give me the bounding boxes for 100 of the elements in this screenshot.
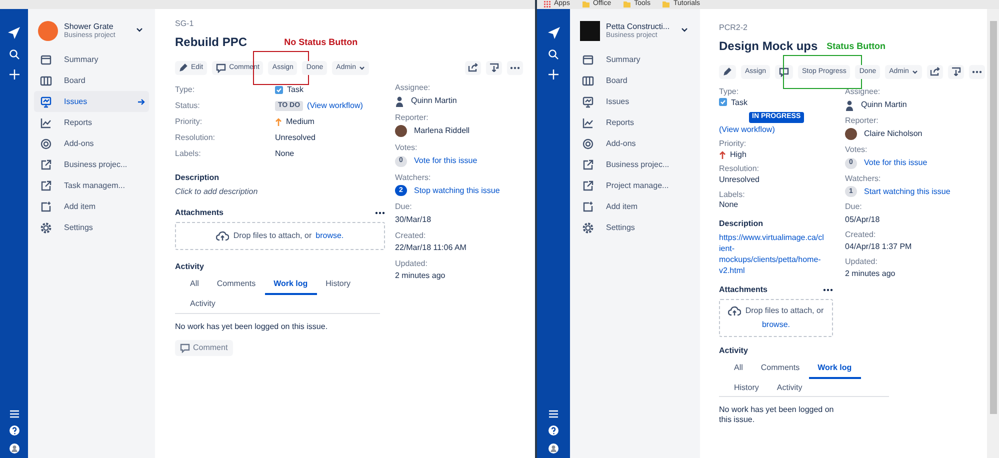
description-placeholder[interactable]: Click to add description — [175, 186, 385, 196]
edit-button[interactable] — [719, 64, 736, 79]
sidebar-item[interactable]: Add-ons — [34, 133, 149, 154]
user-name[interactable]: Quinn Martin — [861, 100, 907, 110]
action-link[interactable]: Vote for this issue — [864, 158, 928, 168]
activity-tab[interactable]: Comments — [208, 275, 265, 295]
sidebar-item[interactable]: Board — [576, 70, 694, 91]
field-label: Created: — [395, 230, 427, 240]
sidebar-item[interactable]: Add-ons — [576, 133, 694, 154]
share-button[interactable] — [926, 64, 943, 79]
comment-button[interactable] — [775, 64, 794, 79]
paper-plane-icon[interactable] — [546, 26, 560, 40]
field-label: Created: — [845, 230, 877, 240]
more-button[interactable] — [968, 64, 985, 79]
section-heading: Description — [175, 172, 220, 183]
user-name[interactable]: Quinn Martin — [411, 96, 457, 106]
sidebar-item[interactable]: Project manage... — [576, 175, 694, 196]
sidebar-item[interactable]: Settings — [34, 217, 149, 238]
field-label: Due: — [395, 202, 413, 212]
activity-tab[interactable]: All — [181, 275, 208, 295]
add-square-icon — [582, 200, 594, 212]
view-workflow-link[interactable]: (View workflow) — [719, 124, 775, 134]
field-value: Unresolved — [719, 174, 760, 185]
more-icon[interactable] — [375, 210, 385, 215]
date-value: 30/Mar/18 — [395, 214, 432, 225]
issue-key[interactable]: PCR2-2 — [719, 23, 975, 33]
sidebar-item[interactable]: Business projec... — [34, 154, 149, 175]
sidebar-item[interactable]: Reports — [34, 112, 149, 133]
field-label: Priority: — [175, 117, 204, 127]
sidebar-item[interactable]: Business projec... — [576, 154, 694, 175]
sidebar-item[interactable]: Issues — [576, 91, 694, 112]
action-link[interactable]: Stop watching this issue — [414, 186, 500, 196]
search-icon[interactable] — [8, 49, 20, 60]
date-value: 04/Apr/18 1:37 PM — [845, 242, 912, 252]
menu-icon[interactable] — [549, 410, 558, 418]
search-icon[interactable] — [548, 49, 559, 60]
add-square-icon — [40, 200, 52, 212]
activity-tab[interactable]: History — [725, 378, 768, 396]
user-name[interactable]: Claire Nicholson — [864, 129, 922, 139]
activity-tab[interactable]: Work log — [808, 359, 861, 379]
chevron-down-icon[interactable] — [681, 27, 688, 34]
user-avatar-icon[interactable] — [8, 443, 20, 454]
empty-message: No work has yet been logged on this issue. — [719, 405, 835, 424]
field-label: Labels: — [175, 149, 202, 159]
issue-title: Design Mock ups — [719, 38, 818, 53]
activity-tab[interactable]: Activity — [768, 378, 812, 396]
section-heading: Activity — [175, 262, 205, 272]
browse-link[interactable]: browse. — [762, 320, 790, 330]
activity-tab[interactable]: Comments — [752, 359, 809, 379]
field-value: Task — [731, 98, 748, 108]
help-icon[interactable] — [8, 425, 20, 436]
field-value: Medium — [286, 117, 314, 127]
action-link[interactable]: Vote for this issue — [414, 156, 478, 166]
sidebar-item[interactable]: Issues — [34, 91, 149, 112]
panel-icon — [582, 54, 594, 66]
speech-bubble-icon — [779, 66, 790, 77]
drop-text: Drop files to attach, or — [233, 230, 312, 241]
sidebar-item[interactable]: Settings — [576, 217, 694, 238]
export-button[interactable] — [948, 64, 964, 79]
project-name[interactable]: Petta Constructi... — [606, 22, 670, 32]
activity-tab[interactable]: All — [725, 359, 752, 379]
file-drop-zone[interactable]: Drop files to attach, or browse. — [719, 298, 833, 336]
description-link[interactable]: https://www.virtualimage.ca/client-mockups/clients/petta/home-v2.html — [719, 232, 824, 276]
user-name[interactable]: Marlena Riddell — [414, 126, 470, 136]
field-label: Resolution: — [719, 164, 760, 174]
external-link-icon — [582, 158, 594, 170]
sidebar-item[interactable]: Add item — [34, 196, 149, 217]
field-value: High — [730, 150, 746, 160]
scrollbar[interactable] — [987, 9, 999, 458]
sidebar-item[interactable]: Summary — [34, 49, 149, 70]
field-label: Watchers: — [845, 174, 882, 184]
issue-key[interactable]: SG-1 — [175, 19, 523, 29]
sidebar-item[interactable]: Reports — [576, 112, 694, 133]
view-workflow-link[interactable]: (View workflow) — [307, 101, 363, 111]
paper-plane-icon[interactable] — [7, 26, 21, 40]
sidebar-item[interactable]: Summary — [576, 49, 694, 70]
menu-icon[interactable] — [10, 410, 18, 418]
plus-icon[interactable] — [548, 69, 559, 80]
file-drop-zone[interactable]: Drop files to attach, or browse. — [175, 222, 385, 250]
field-label: Assignee: — [395, 82, 432, 93]
chevron-down-icon[interactable] — [136, 27, 143, 34]
browse-link[interactable]: browse. — [316, 230, 344, 241]
sidebar-item[interactable]: Task managem... — [34, 175, 149, 196]
user-avatar-icon[interactable] — [548, 443, 559, 454]
field-label: Type: — [175, 85, 196, 95]
more-icon[interactable] — [823, 288, 833, 292]
activity-tab[interactable]: History — [316, 275, 360, 295]
action-link[interactable]: Start watching this issue — [864, 187, 950, 197]
plus-icon[interactable] — [8, 69, 20, 80]
sidebar-item[interactable]: Board — [34, 70, 149, 91]
activity-tab[interactable]: Work log — [264, 275, 317, 295]
sidebar-item[interactable]: Add item — [576, 196, 694, 217]
field-label: Type: — [719, 86, 740, 97]
project-name[interactable]: Shower Grate — [64, 22, 116, 32]
more-button[interactable] — [507, 60, 523, 75]
export-button[interactable] — [486, 60, 502, 75]
activity-tab[interactable]: Activity — [181, 294, 224, 313]
comment-button[interactable]: Comment — [175, 340, 233, 356]
share-button[interactable] — [465, 60, 481, 75]
help-icon[interactable] — [548, 425, 559, 436]
